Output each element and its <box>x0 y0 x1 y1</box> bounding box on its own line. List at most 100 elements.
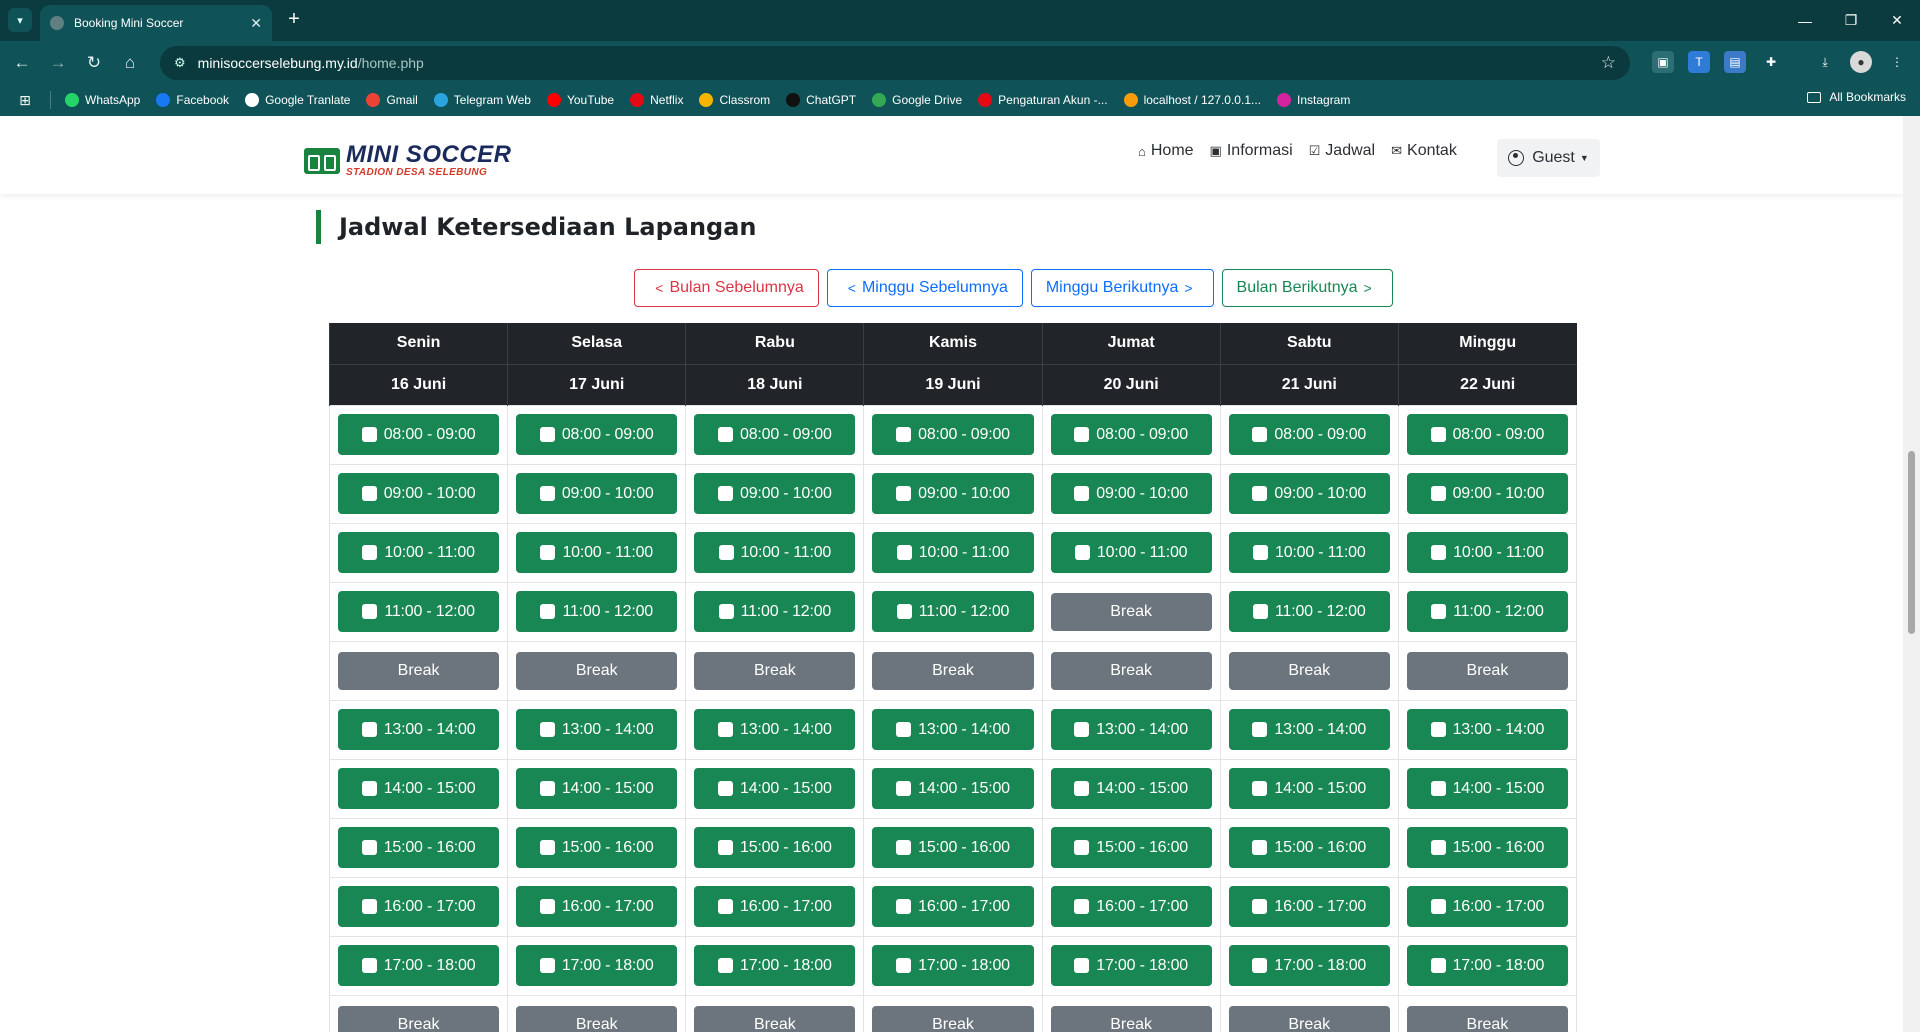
bookmark-item[interactable]: Telegram Web <box>433 93 531 107</box>
page-scrollbar[interactable] <box>1903 116 1920 1032</box>
slot-checkbox[interactable] <box>1253 545 1269 560</box>
time-slot-button[interactable]: 09:00 - 10:00 <box>1228 473 1390 514</box>
time-slot-button[interactable]: 10:00 - 11:00 <box>1406 532 1568 573</box>
time-slot-button[interactable]: 15:00 - 16:00 <box>338 827 500 868</box>
slot-checkbox[interactable] <box>896 958 912 973</box>
slot-checkbox[interactable] <box>1430 781 1446 796</box>
time-slot-button[interactable]: 08:00 - 09:00 <box>338 414 500 455</box>
bookmark-item[interactable]: Google Tranlate <box>245 93 350 107</box>
nav-home[interactable]: ⌂ Home <box>1138 142 1194 160</box>
browser-tab[interactable]: Booking Mini Soccer ✕ <box>40 5 272 41</box>
slot-checkbox[interactable] <box>1252 486 1268 501</box>
bookmark-item[interactable]: localhost / 127.0.0.1... <box>1123 93 1261 107</box>
time-slot-button[interactable]: 08:00 - 09:00 <box>694 414 856 455</box>
time-slot-button[interactable]: 11:00 - 12:00 <box>1228 591 1390 632</box>
time-slot-button[interactable]: 17:00 - 18:00 <box>338 945 500 986</box>
slot-checkbox[interactable] <box>896 899 912 914</box>
slot-checkbox[interactable] <box>361 722 377 737</box>
slot-checkbox[interactable] <box>1430 486 1446 501</box>
slot-checkbox[interactable] <box>361 958 377 973</box>
slot-checkbox[interactable] <box>1074 486 1090 501</box>
slot-checkbox[interactable] <box>1074 899 1090 914</box>
bookmark-item[interactable]: WhatsApp <box>65 93 140 107</box>
forward-icon[interactable]: → <box>46 51 70 75</box>
time-slot-button[interactable]: 09:00 - 10:00 <box>694 473 856 514</box>
time-slot-button[interactable]: 13:00 - 14:00 <box>1228 709 1390 750</box>
translate-extension-icon[interactable]: T <box>1688 51 1710 73</box>
slot-checkbox[interactable] <box>718 604 734 619</box>
bookmark-item[interactable]: Google Drive <box>872 93 962 107</box>
time-slot-button[interactable]: 13:00 - 14:00 <box>516 709 678 750</box>
time-slot-button[interactable]: 17:00 - 18:00 <box>694 945 856 986</box>
slot-checkbox[interactable] <box>1252 958 1268 973</box>
slot-checkbox[interactable] <box>718 722 733 737</box>
slot-checkbox[interactable] <box>718 899 733 914</box>
time-slot-button[interactable]: 10:00 - 11:00 <box>338 532 500 573</box>
time-slot-button[interactable]: 17:00 - 18:00 <box>1406 945 1568 986</box>
prev-week-button[interactable]: < Minggu Sebelumnya <box>826 269 1023 307</box>
extensions-puzzle-icon[interactable]: ✚ <box>1760 51 1782 73</box>
all-bookmarks-button[interactable]: All Bookmarks <box>1807 90 1906 104</box>
slot-checkbox[interactable] <box>1074 722 1090 737</box>
next-week-button[interactable]: Minggu Berikutnya > <box>1030 269 1214 307</box>
time-slot-button[interactable]: 14:00 - 15:00 <box>338 768 500 809</box>
time-slot-button[interactable]: 10:00 - 11:00 <box>872 532 1034 573</box>
slot-checkbox[interactable] <box>1430 958 1446 973</box>
slot-checkbox[interactable] <box>1074 781 1090 796</box>
download-icon[interactable]: ⤓ <box>1814 51 1836 73</box>
next-month-button[interactable]: Bulan Berikutnya > <box>1221 269 1393 307</box>
restore-icon[interactable]: ❐ <box>1828 0 1874 41</box>
time-slot-button[interactable]: 17:00 - 18:00 <box>516 945 678 986</box>
scrollbar-thumb[interactable] <box>1908 451 1915 634</box>
bookmark-item[interactable]: ChatGPT <box>786 93 856 107</box>
slot-checkbox[interactable] <box>539 781 555 796</box>
time-slot-button[interactable]: 13:00 - 14:00 <box>1050 709 1212 750</box>
slot-checkbox[interactable] <box>539 899 555 914</box>
time-slot-button[interactable]: 08:00 - 09:00 <box>1050 414 1212 455</box>
time-slot-button[interactable]: 16:00 - 17:00 <box>338 886 500 927</box>
slot-checkbox[interactable] <box>896 781 912 796</box>
time-slot-button[interactable]: 16:00 - 17:00 <box>516 886 678 927</box>
time-slot-button[interactable]: 17:00 - 18:00 <box>872 945 1034 986</box>
time-slot-button[interactable]: 16:00 - 17:00 <box>1228 886 1390 927</box>
time-slot-button[interactable]: 17:00 - 18:00 <box>1050 945 1212 986</box>
time-slot-button[interactable]: 15:00 - 16:00 <box>1050 827 1212 868</box>
slot-checkbox[interactable] <box>718 486 733 501</box>
time-slot-button[interactable]: 17:00 - 18:00 <box>1228 945 1390 986</box>
time-slot-button[interactable]: 13:00 - 14:00 <box>1406 709 1568 750</box>
time-slot-button[interactable]: 13:00 - 14:00 <box>872 709 1034 750</box>
nav-jadwal[interactable]: ☑ Jadwal <box>1309 142 1375 160</box>
slot-checkbox[interactable] <box>362 604 378 619</box>
slot-checkbox[interactable] <box>540 604 556 619</box>
slot-checkbox[interactable] <box>896 604 912 619</box>
time-slot-button[interactable]: 11:00 - 12:00 <box>516 591 678 632</box>
time-slot-button[interactable]: 09:00 - 10:00 <box>338 473 500 514</box>
address-bar[interactable]: ⚙ minisoccerselebung.my.id/home.php ☆ <box>160 46 1630 80</box>
slot-checkbox[interactable] <box>718 781 733 796</box>
nav-informasi[interactable]: ▣ Informasi <box>1210 142 1293 160</box>
bookmark-item[interactable]: YouTube <box>546 93 614 107</box>
slot-checkbox[interactable] <box>1253 604 1269 619</box>
time-slot-button[interactable]: 14:00 - 15:00 <box>1228 768 1390 809</box>
back-icon[interactable]: ← <box>10 51 34 75</box>
home-icon[interactable]: ⌂ <box>118 51 142 75</box>
slot-checkbox[interactable] <box>1430 899 1446 914</box>
slot-checkbox[interactable] <box>896 427 912 442</box>
time-slot-button[interactable]: 11:00 - 12:00 <box>694 591 856 632</box>
bookmark-star-icon[interactable]: ☆ <box>1601 53 1616 73</box>
slot-checkbox[interactable] <box>718 958 733 973</box>
slot-checkbox[interactable] <box>896 486 912 501</box>
slot-checkbox[interactable] <box>896 840 912 855</box>
site-info-icon[interactable]: ⚙ <box>174 55 186 71</box>
time-slot-button[interactable]: 14:00 - 15:00 <box>1406 768 1568 809</box>
slot-checkbox[interactable] <box>896 722 912 737</box>
slot-checkbox[interactable] <box>1252 427 1268 442</box>
slot-checkbox[interactable] <box>1252 781 1268 796</box>
extension-icon[interactable]: ▤ <box>1724 51 1746 73</box>
slot-checkbox[interactable] <box>1431 545 1447 560</box>
time-slot-button[interactable]: 16:00 - 17:00 <box>1406 886 1568 927</box>
close-window-icon[interactable]: ✕ <box>1874 0 1920 41</box>
apps-grid-icon[interactable]: ⊞ <box>14 89 36 111</box>
time-slot-button[interactable]: 13:00 - 14:00 <box>694 709 856 750</box>
time-slot-button[interactable]: 08:00 - 09:00 <box>516 414 678 455</box>
